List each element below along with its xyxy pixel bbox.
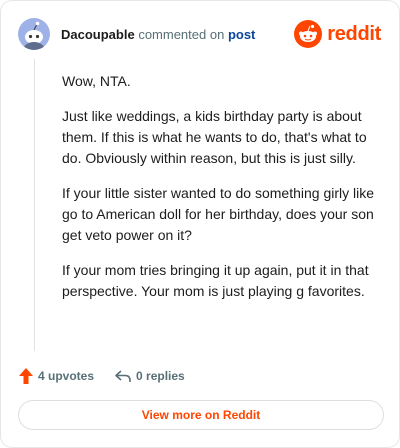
comment-paragraph: If your mom tries bringing it up again, …: [62, 262, 369, 299]
reply-count: 0 replies: [136, 369, 185, 383]
upvote-arrow-icon[interactable]: [18, 367, 34, 385]
upvote-action[interactable]: 4 upvotes: [18, 367, 94, 385]
comment-paragraph: Wow, NTA.: [62, 73, 131, 89]
reddit-brand[interactable]: reddit: [294, 20, 381, 48]
post-link[interactable]: post: [228, 27, 255, 42]
comment-header: Dacoupable commented on post reddit: [18, 17, 381, 51]
reddit-wordmark: reddit: [327, 23, 381, 45]
snoo-avatar-icon[interactable]: [18, 18, 50, 50]
comment-body: Wow, NTA. Just like weddings, a kids bir…: [62, 71, 382, 316]
thread-line: [34, 59, 35, 351]
comment-paragraph: Just like weddings, a kids birthday part…: [62, 108, 367, 166]
upvote-count: 4 upvotes: [38, 369, 95, 383]
comment-byline: Dacoupable commented on post: [61, 27, 255, 42]
replies-action[interactable]: 0 replies: [114, 368, 185, 384]
view-more-button[interactable]: View more on Reddit: [18, 400, 384, 430]
comment-actions: 4 upvotes 0 replies: [18, 365, 185, 387]
username-link[interactable]: Dacoupable: [61, 27, 135, 42]
comment-paragraph: If your little sister wanted to do somet…: [62, 185, 375, 243]
reddit-logo-icon: [294, 20, 323, 48]
comment-embed-card: Dacoupable commented on post reddit Wow,…: [0, 0, 400, 448]
reply-arrow-icon[interactable]: [114, 368, 132, 384]
action-text: commented on: [138, 26, 225, 42]
